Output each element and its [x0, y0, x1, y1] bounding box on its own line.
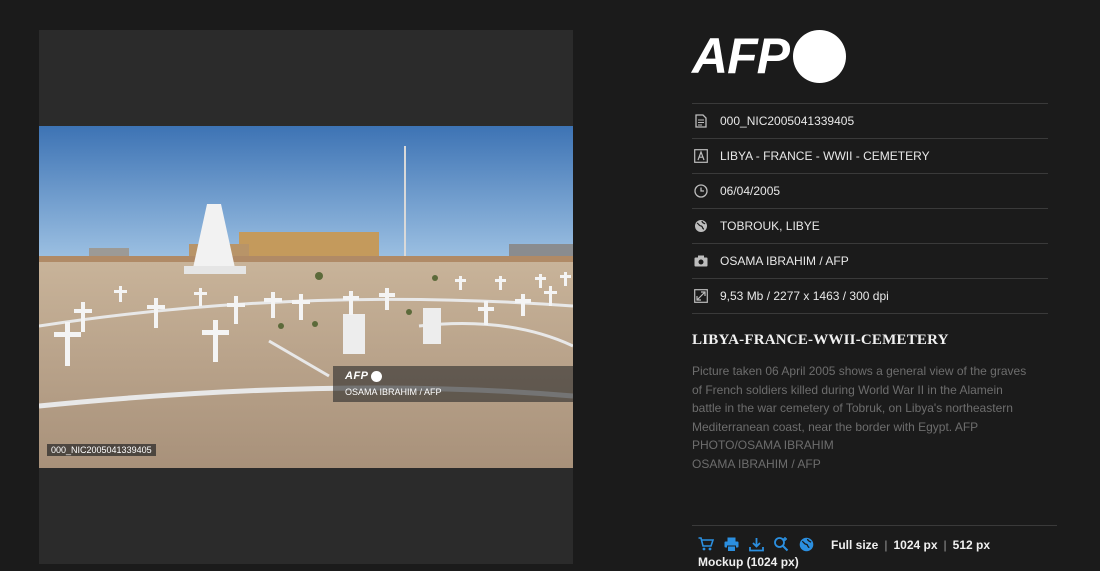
meta-value-location: TOBROUK, LIBYE	[720, 219, 820, 233]
meta-value-date: 06/04/2005	[720, 184, 781, 198]
globe-icon[interactable]	[798, 536, 814, 552]
cemetery-photo-illustration	[39, 126, 573, 468]
afp-logo-text: AFP	[692, 28, 790, 84]
afp-logo-dot	[793, 29, 846, 83]
title-icon	[694, 149, 708, 163]
camera-icon	[694, 254, 708, 268]
cemetery-photo[interactable]: AFP OSAMA IBRAHIM / AFP 000_NIC200504133…	[39, 126, 573, 468]
full-size-link[interactable]: Full size	[831, 538, 878, 552]
watermark-logo-text: AFP	[345, 370, 369, 382]
photo-watermark: AFP OSAMA IBRAHIM / AFP	[333, 366, 573, 402]
download-bar: Full size | 1024 px | 512 px Mockup (1024 px…	[692, 525, 1057, 569]
mockup-link[interactable]: Mockup (1024 px)	[698, 555, 799, 569]
meta-row-date: 06/04/2005	[692, 173, 1048, 208]
caption-line: OSAMA IBRAHIM / AFP	[692, 456, 821, 471]
meta-row-photographer: OSAMA IBRAHIM / AFP	[692, 243, 1048, 278]
resize-icon	[694, 289, 708, 303]
caption-line: Picture taken 06 April 2005 shows a gene…	[692, 364, 1027, 378]
size-512-link[interactable]: 512 px	[953, 538, 990, 552]
caption-body: Picture taken 06 April 2005 shows a gene…	[692, 362, 1046, 474]
size-1024-link[interactable]: 1024 px	[893, 538, 937, 552]
watermark-credit: OSAMA IBRAHIM / AFP	[345, 387, 442, 397]
meta-value-title: LIBYA - FRANCE - WWII - CEMETERY	[720, 149, 930, 163]
watermark-logo: AFP	[345, 370, 382, 382]
download-size-links: Full size | 1024 px | 512 px	[831, 538, 990, 552]
meta-row-id: 000_NIC2005041339405	[692, 103, 1048, 138]
globe-icon	[694, 219, 708, 233]
meta-value-filesize: 9,53 Mb / 2277 x 1463 / 300 dpi	[720, 289, 889, 303]
separator: |	[884, 538, 888, 552]
meta-row-title: LIBYA - FRANCE - WWII - CEMETERY	[692, 138, 1048, 173]
caption-line: PHOTO/OSAMA IBRAHIM	[692, 438, 834, 453]
metadata-list: 000_NIC2005041339405 LIBYA - FRANCE - WW…	[692, 103, 1048, 314]
document-icon	[694, 114, 708, 128]
caption-line: of French soldiers killed during World W…	[692, 382, 1003, 397]
caption-title: LIBYA-FRANCE-WWII-CEMETERY	[692, 332, 949, 348]
clock-icon	[694, 184, 708, 198]
photo-id-label: 000_NIC2005041339405	[47, 444, 156, 456]
download-action-icons	[698, 536, 814, 552]
caption-line: Mediterranean coast, near the border wit…	[692, 419, 979, 434]
meta-row-location: TOBROUK, LIBYE	[692, 208, 1048, 243]
separator: |	[943, 538, 947, 552]
image-viewer: AFP OSAMA IBRAHIM / AFP 000_NIC200504133…	[39, 30, 573, 564]
caption-line: battle in the war cemetery of Tobruk, on…	[692, 401, 1013, 416]
details-panel: AFP 000_NIC2005041339405 LIBYA - FRANCE …	[692, 0, 1057, 571]
cart-icon[interactable]	[698, 536, 714, 552]
meta-value-photographer: OSAMA IBRAHIM / AFP	[720, 254, 849, 268]
afp-logo: AFP	[692, 28, 846, 84]
watermark-logo-dot	[370, 370, 382, 382]
meta-row-filesize: 9,53 Mb / 2277 x 1463 / 300 dpi	[692, 278, 1048, 314]
download-icon[interactable]	[748, 536, 764, 552]
zoom-in-icon[interactable]	[773, 536, 789, 552]
print-icon[interactable]	[723, 536, 739, 552]
meta-value-id: 000_NIC2005041339405	[720, 114, 855, 128]
